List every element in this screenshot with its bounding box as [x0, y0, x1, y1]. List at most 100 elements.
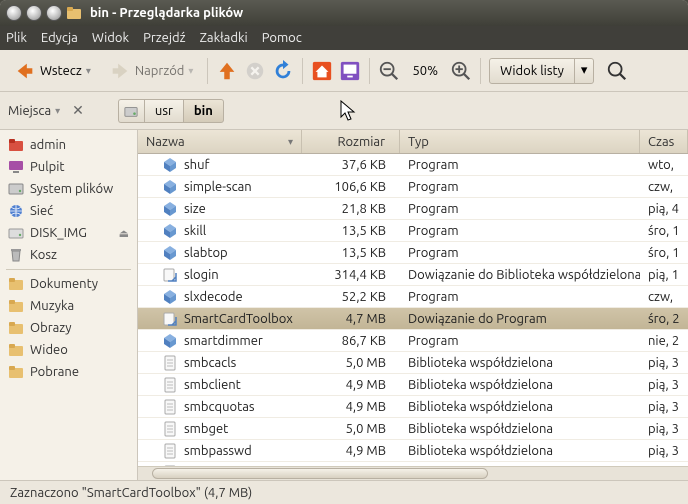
- home-button[interactable]: [311, 60, 333, 82]
- bin-icon: [162, 201, 178, 217]
- folder-icon: [8, 364, 24, 380]
- sidebar-item-label: Muzyka: [30, 299, 74, 313]
- table-row[interactable]: slxdecode52,2 KBProgramczw,: [138, 286, 688, 308]
- table-row[interactable]: smbcquotas4,9 MBBiblioteka współdzielona…: [138, 396, 688, 418]
- file-date: pią, 3: [640, 378, 688, 392]
- menu-edit[interactable]: Edycja: [41, 31, 78, 45]
- file-size: 5,0 MB: [302, 356, 400, 370]
- header-type[interactable]: Typ: [400, 130, 640, 153]
- computer-button[interactable]: [339, 60, 361, 82]
- chevron-down-icon[interactable]: ▾: [574, 59, 594, 83]
- file-name: size: [184, 202, 206, 216]
- file-name: SmartCardToolbox: [184, 312, 293, 326]
- folder-icon: [8, 320, 24, 336]
- window-maximize-button[interactable]: [46, 5, 62, 21]
- chevron-down-icon: ▾: [55, 105, 60, 117]
- forward-button[interactable]: Naprzód ▾: [103, 57, 200, 85]
- file-type: Program: [400, 224, 640, 238]
- eject-icon[interactable]: ⏏: [119, 227, 129, 240]
- table-row[interactable]: smbcacls5,0 MBBiblioteka współdzielonapi…: [138, 352, 688, 374]
- sidebar-item[interactable]: admin: [0, 134, 137, 156]
- file-size: 52,2 KB: [302, 290, 400, 304]
- horizontal-scrollbar[interactable]: [138, 466, 688, 480]
- sidebar-item[interactable]: Pulpit: [0, 156, 137, 178]
- menu-go[interactable]: Przejdź: [143, 31, 186, 45]
- sidebar-item[interactable]: Muzyka: [0, 295, 137, 317]
- path-segment-bin[interactable]: bin: [183, 99, 224, 123]
- zoom-in-button[interactable]: [450, 60, 472, 82]
- folder-icon: [8, 298, 24, 314]
- table-row[interactable]: slabtop13,5 KBProgramśro, 1: [138, 242, 688, 264]
- menu-bookmarks[interactable]: Zakładki: [200, 31, 248, 45]
- search-button[interactable]: [606, 60, 628, 82]
- sidebar-item[interactable]: Pobrane: [0, 361, 137, 383]
- file-date: pią, 3: [640, 444, 688, 458]
- table-row[interactable]: shuf37,6 KBProgramwto,: [138, 154, 688, 176]
- sidebar-item-label: Kosz: [30, 248, 57, 262]
- places-dropdown[interactable]: Miejsca ▾: [8, 104, 60, 118]
- zoom-level: 50%: [406, 64, 444, 78]
- file-type: Program: [400, 158, 640, 172]
- table-row[interactable]: SmartCardToolbox4,7 MBDowiązanie do Prog…: [138, 308, 688, 330]
- table-row[interactable]: skill13,5 KBProgramśro, 1: [138, 220, 688, 242]
- file-size: 21,8 KB: [302, 202, 400, 216]
- back-button[interactable]: Wstecz ▾: [8, 57, 97, 85]
- up-button[interactable]: [216, 60, 238, 82]
- table-row[interactable]: simple-scan106,6 KBProgramczw,: [138, 176, 688, 198]
- file-list[interactable]: shuf37,6 KBProgramwto, simple-scan 106,6 K…: [138, 154, 688, 466]
- file-size: 4,7 MB: [302, 312, 400, 326]
- forward-label: Naprzód: [135, 64, 185, 78]
- table-row[interactable]: smbget5,0 MBBiblioteka współdzielonapią,…: [138, 418, 688, 440]
- sidebar-item[interactable]: Obrazy: [0, 317, 137, 339]
- column-headers: Nazwa▾ Rozmiar Typ Czas: [138, 130, 688, 154]
- file-type: Program: [400, 180, 640, 194]
- header-size[interactable]: Rozmiar: [302, 130, 400, 153]
- file-date: nie, 2: [640, 334, 688, 348]
- reload-button[interactable]: [272, 60, 294, 82]
- table-row[interactable]: size21,8 KBProgrampią, 4: [138, 198, 688, 220]
- menu-view[interactable]: Widok: [92, 31, 129, 45]
- sidebar-item[interactable]: Wideo: [0, 339, 137, 361]
- menubar: Plik Edycja Widok Przejdź Zakładki Pomoc: [0, 26, 688, 50]
- viewmode-select[interactable]: Widok listy ▾: [489, 58, 594, 84]
- window-minimize-button[interactable]: [26, 5, 42, 21]
- header-name[interactable]: Nazwa▾: [138, 130, 302, 153]
- zoom-out-button[interactable]: [378, 60, 400, 82]
- file-name: simple-scan: [184, 180, 252, 194]
- disk-icon[interactable]: [118, 99, 144, 123]
- path-segment-usr[interactable]: usr: [144, 99, 183, 123]
- window-close-button[interactable]: [6, 5, 22, 21]
- header-date[interactable]: Czas: [640, 130, 688, 153]
- menu-file[interactable]: Plik: [6, 31, 27, 45]
- close-sidebar-button[interactable]: ✕: [68, 102, 88, 119]
- doc-icon: [162, 443, 178, 459]
- file-size: 106,6 KB: [302, 180, 400, 194]
- sidebar-item[interactable]: Sieć: [0, 200, 137, 222]
- file-size: 13,5 KB: [302, 224, 400, 238]
- arrow-left-icon: [14, 60, 36, 82]
- table-row[interactable]: smbpasswd4,9 MBBiblioteka współdzielonap…: [138, 440, 688, 462]
- sidebar-item[interactable]: Kosz: [0, 244, 137, 266]
- chevron-down-icon[interactable]: ▾: [188, 65, 193, 77]
- sidebar-item-label: Wideo: [30, 343, 68, 357]
- file-size: 314,4 KB: [302, 268, 400, 282]
- file-type: Program: [400, 246, 640, 260]
- table-row[interactable]: smartdimmer86,7 KBProgramnie, 2: [138, 330, 688, 352]
- file-size: 86,7 KB: [302, 334, 400, 348]
- sidebar-item-label: admin: [30, 138, 66, 152]
- menu-help[interactable]: Pomoc: [262, 31, 302, 45]
- sidebar-item[interactable]: DISK_IMG⏏: [0, 222, 137, 244]
- sidebar-item[interactable]: Dokumenty: [0, 273, 137, 295]
- table-row[interactable]: smbclient4,9 MBBiblioteka współdzielonap…: [138, 374, 688, 396]
- chevron-down-icon[interactable]: ▾: [86, 65, 91, 77]
- file-date: śro, 1: [640, 224, 688, 238]
- stop-button[interactable]: [244, 60, 266, 82]
- sidebar-item[interactable]: System plików: [0, 178, 137, 200]
- table-row[interactable]: slogin314,4 KBDowiązanie do Biblioteka w…: [138, 264, 688, 286]
- file-name: slabtop: [184, 246, 228, 260]
- link-icon: [162, 311, 178, 327]
- trash-icon: [8, 247, 24, 263]
- file-name: smbcquotas: [184, 400, 255, 414]
- file-date: wto,: [640, 158, 688, 172]
- file-name: smbclient: [184, 378, 241, 392]
